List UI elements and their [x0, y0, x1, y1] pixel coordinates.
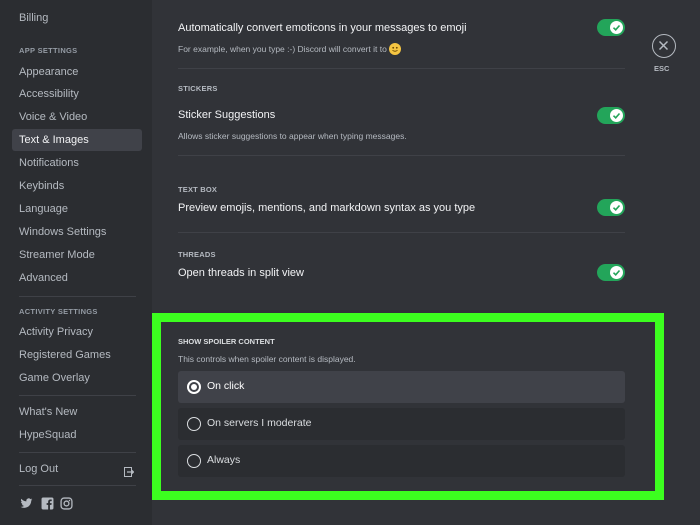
sticker-suggestions-title: Sticker Suggestions — [178, 109, 276, 121]
split-view-title: Open threads in split view — [178, 267, 304, 279]
check-icon — [612, 269, 621, 276]
settings-sidebar: Billing APP SETTINGS Appearance Accessib… — [0, 0, 152, 525]
app-settings-header: APP SETTINGS — [19, 46, 78, 55]
sticker-suggestions-desc: Allows sticker suggestions to appear whe… — [178, 131, 407, 141]
spoiler-option-always[interactable]: Always — [178, 445, 625, 477]
sticker-suggestions-toggle[interactable] — [597, 107, 625, 124]
text-box-label: TEXT BOX — [178, 185, 218, 194]
section-divider — [178, 155, 625, 156]
sidebar-item-hypesquad[interactable]: HypeSquad — [12, 424, 142, 446]
split-view-toggle[interactable] — [597, 264, 625, 281]
spoiler-content-desc: This controls when spoiler content is di… — [178, 354, 356, 364]
sidebar-item-whats-new[interactable]: What's New — [12, 401, 142, 423]
sidebar-divider — [19, 395, 136, 396]
section-divider — [178, 68, 625, 69]
sidebar-item-appearance[interactable]: Appearance — [12, 61, 142, 83]
check-icon — [612, 24, 621, 31]
facebook-icon[interactable] — [41, 497, 54, 510]
logout-icon — [124, 463, 135, 477]
activity-settings-header: ACTIVITY SETTINGS — [19, 307, 98, 316]
threads-label: THREADS — [178, 250, 216, 259]
sidebar-item-language[interactable]: Language — [12, 198, 142, 220]
sidebar-item-game-overlay[interactable]: Game Overlay — [12, 367, 142, 389]
radio-unselected-icon — [187, 417, 201, 431]
close-button[interactable] — [652, 34, 676, 58]
stickers-label: STICKERS — [178, 84, 218, 93]
emoticons-toggle[interactable] — [597, 19, 625, 36]
text-images-settings: Automatically convert emoticons in your … — [152, 0, 700, 525]
sidebar-item-streamer-mode[interactable]: Streamer Mode — [12, 244, 142, 266]
sidebar-item-keybinds[interactable]: Keybinds — [12, 175, 142, 197]
option-label: Always — [207, 454, 241, 466]
option-label: On click — [207, 380, 245, 392]
spoiler-option-servers-i-moderate[interactable]: On servers I moderate — [178, 408, 625, 440]
spoiler-option-on-click[interactable]: On click — [178, 371, 625, 403]
sidebar-item-voice-video[interactable]: Voice & Video — [12, 106, 142, 128]
emoticons-desc: For example, when you type :-) Discord w… — [178, 43, 401, 55]
sidebar-item-windows-settings[interactable]: Windows Settings — [12, 221, 142, 243]
logout-label: Log Out — [19, 463, 59, 475]
sidebar-item-notifications[interactable]: Notifications — [12, 152, 142, 174]
esc-label: ESC — [654, 64, 670, 73]
sidebar-divider — [19, 296, 136, 297]
slightly-smiling-emoji-icon — [388, 43, 401, 55]
sidebar-item-registered-games[interactable]: Registered Games — [12, 344, 142, 366]
sidebar-divider — [19, 485, 136, 486]
check-icon — [612, 204, 621, 211]
spoiler-content-label: SHOW SPOILER CONTENT — [178, 337, 275, 346]
radio-selected-icon — [187, 380, 201, 394]
emoticons-title: Automatically convert emoticons in your … — [178, 22, 467, 34]
close-icon — [658, 40, 669, 51]
instagram-icon[interactable] — [60, 497, 73, 510]
radio-unselected-icon — [187, 454, 201, 468]
preview-syntax-title: Preview emojis, mentions, and markdown s… — [178, 202, 476, 214]
sidebar-item-billing[interactable]: Billing — [12, 7, 142, 29]
sidebar-item-activity-privacy[interactable]: Activity Privacy — [12, 321, 142, 343]
section-divider — [178, 232, 625, 233]
twitter-icon[interactable] — [20, 497, 33, 510]
check-icon — [612, 112, 621, 119]
sidebar-divider — [19, 452, 136, 453]
option-label: On servers I moderate — [207, 417, 312, 429]
sidebar-item-accessibility[interactable]: Accessibility — [12, 83, 142, 105]
sidebar-item-advanced[interactable]: Advanced — [12, 267, 142, 289]
logout-button[interactable]: Log Out — [12, 458, 142, 480]
preview-syntax-toggle[interactable] — [597, 199, 625, 216]
sidebar-item-text-images[interactable]: Text & Images — [12, 129, 142, 151]
